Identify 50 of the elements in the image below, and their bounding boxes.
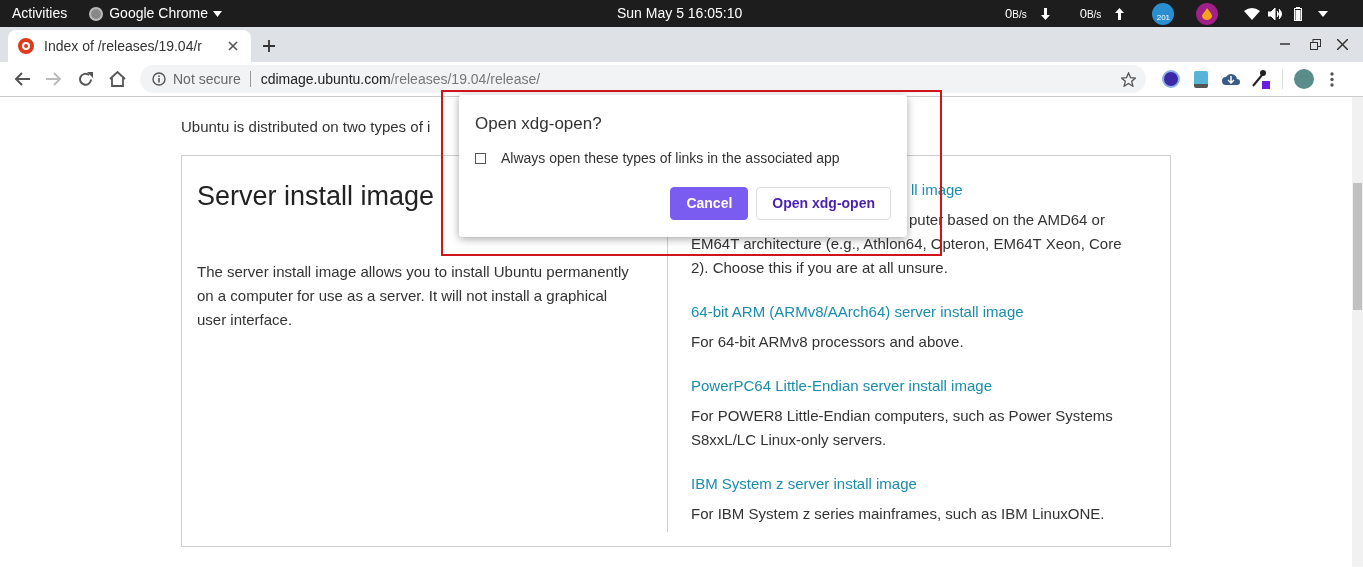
description-text: 2). Choose this if you are at all unsure. bbox=[691, 258, 949, 278]
upload-rate: 0B/s bbox=[1079, 4, 1102, 23]
security-label: Not secure bbox=[173, 69, 241, 89]
description-text: For 64-bit ARMv8 processors and above. bbox=[691, 332, 965, 352]
description-text: For POWER8 Little-Endian computers, such as Power Systems bbox=[691, 406, 1114, 426]
volume-icon[interactable] bbox=[1268, 7, 1283, 20]
checkbox-label: Always open these types of links in the associated app bbox=[501, 148, 840, 168]
browser-tab[interactable]: Index of /releases/19.04/r bbox=[8, 30, 251, 62]
open-button[interactable]: Open xdg-open bbox=[756, 186, 891, 220]
system-menu-icon[interactable] bbox=[1318, 10, 1329, 17]
checkbox[interactable] bbox=[475, 152, 486, 164]
dialog-title: Open xdg-open? bbox=[475, 113, 603, 135]
intro-text: Ubuntu is distributed on two types of i bbox=[181, 117, 431, 137]
close-icon[interactable] bbox=[1337, 39, 1348, 50]
battery-icon[interactable] bbox=[1294, 6, 1303, 21]
clock[interactable]: Sun May 5 16:05:10 bbox=[617, 3, 743, 24]
upload-arrow-icon bbox=[1115, 7, 1125, 20]
description-text: For IBM System z series mainframes, such as IBM LinuxONE. bbox=[691, 504, 1106, 524]
address-bar[interactable]: Not secure cdimage.ubuntu.com/releases/19.04/release/ bbox=[140, 65, 1146, 93]
card-description: The server install image allows you to install Ubuntu permanently on a computer for use as a server. It will not install a graphical user interface. bbox=[197, 262, 630, 330]
link[interactable]: IBM System z server install image bbox=[691, 472, 1122, 496]
reload-icon[interactable] bbox=[78, 71, 93, 87]
link[interactable]: 64-bit ARM (ARMv8/AArch64) server install image bbox=[691, 300, 1122, 324]
activities-button[interactable]: Activities bbox=[12, 3, 68, 24]
tab-title: Index of /releases/19.04/r bbox=[44, 36, 203, 56]
scrollbar[interactable] bbox=[1352, 97, 1363, 567]
star-icon[interactable] bbox=[1121, 71, 1136, 87]
description-text: S8xxL/LC Linux-only servers. bbox=[691, 430, 888, 450]
extension-icon[interactable] bbox=[1194, 70, 1208, 88]
restore-icon[interactable] bbox=[1310, 39, 1321, 50]
download-rate: 0B/s bbox=[1005, 4, 1027, 23]
home-icon[interactable] bbox=[109, 71, 126, 87]
card-heading: Server install image bbox=[197, 180, 436, 213]
dropdown-icon bbox=[213, 10, 223, 17]
app-menu[interactable]: Google Chrome bbox=[109, 3, 209, 24]
cloud-download-icon[interactable] bbox=[1222, 72, 1240, 86]
close-icon[interactable] bbox=[228, 41, 238, 51]
indicator-badge[interactable]: 201 bbox=[1152, 2, 1175, 25]
link[interactable]: PowerPC64 Little-Endian server install image bbox=[691, 374, 1122, 398]
back-icon[interactable] bbox=[14, 72, 30, 86]
cancel-button[interactable]: Cancel bbox=[670, 186, 749, 220]
avatar[interactable] bbox=[1294, 69, 1314, 89]
new-tab-icon[interactable] bbox=[263, 40, 275, 52]
wifi-icon[interactable] bbox=[1244, 7, 1261, 20]
url-text: cdimage.ubuntu.com/releases/19.04/release/ bbox=[260, 69, 541, 89]
extension-icon[interactable] bbox=[1162, 70, 1180, 88]
menu-icon[interactable] bbox=[1330, 71, 1334, 87]
download-arrow-icon bbox=[1040, 7, 1050, 20]
info-icon[interactable] bbox=[152, 72, 166, 86]
eyedropper-icon[interactable] bbox=[1252, 69, 1270, 89]
